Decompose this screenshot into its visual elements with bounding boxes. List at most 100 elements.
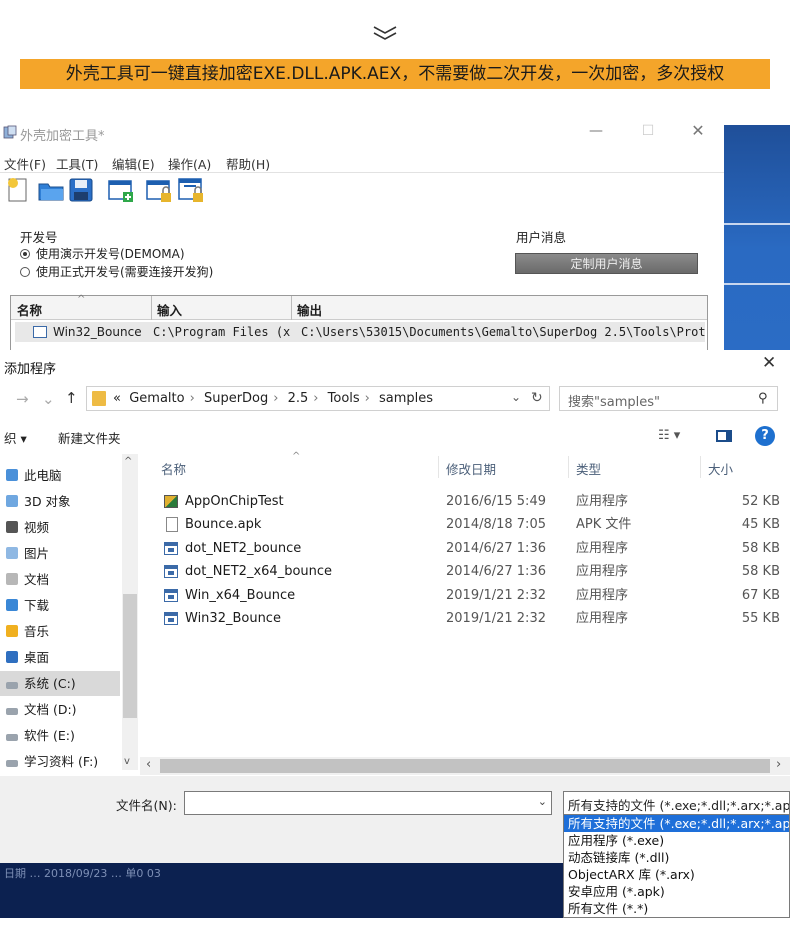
horizontal-scrollbar[interactable]: ‹ › bbox=[140, 757, 790, 775]
filetype-option-apk[interactable]: 安卓应用 (*.apk) bbox=[564, 883, 789, 900]
new-file-icon[interactable] bbox=[4, 175, 34, 205]
help-icon[interactable]: ? bbox=[755, 426, 775, 446]
address-bar[interactable]: « Gemalto › SuperDog › 2.5 › Tools › samples… bbox=[86, 386, 550, 411]
customize-user-message-button[interactable]: 定制用户消息 bbox=[515, 253, 698, 274]
pc-icon bbox=[6, 469, 18, 481]
menu-help[interactable]: 帮助(H) bbox=[226, 154, 270, 173]
exe-file-icon bbox=[164, 612, 178, 625]
menu-file[interactable]: 文件(F) bbox=[4, 154, 46, 173]
nav-item-drive-c[interactable]: 系统 (C:) bbox=[0, 671, 120, 696]
nav-item-pictures[interactable]: 图片 bbox=[0, 541, 120, 566]
chevron-down-icon[interactable]: ⌄ bbox=[538, 795, 547, 808]
col-output[interactable]: 输出 bbox=[297, 300, 322, 319]
open-folder-icon[interactable] bbox=[36, 175, 66, 205]
crumb-gemalto[interactable]: Gemalto bbox=[129, 391, 184, 406]
organize-button[interactable]: 织 ▾ bbox=[4, 428, 27, 447]
col-type[interactable]: 类型 bbox=[576, 459, 601, 478]
dialog-close-button[interactable]: ✕ bbox=[762, 353, 776, 373]
file-row[interactable]: Win32_Bounce 2019/1/21 2:32 应用程序 55 KB bbox=[150, 607, 790, 630]
nav-item-drive-e[interactable]: 软件 (E:) bbox=[0, 723, 120, 748]
crumb-version[interactable]: 2.5 bbox=[288, 391, 309, 406]
3d-objects-icon bbox=[6, 495, 18, 507]
back-arrow-icon[interactable]: → bbox=[16, 390, 29, 408]
nav-item-this-pc[interactable]: 此电脑 bbox=[0, 463, 120, 488]
apk-file-icon bbox=[166, 517, 178, 532]
nav-item-drive-d[interactable]: 文档 (D:) bbox=[0, 697, 120, 722]
lock-window-2-icon[interactable] bbox=[176, 175, 206, 205]
drive-icon bbox=[6, 682, 18, 689]
close-button[interactable]: ✕ bbox=[688, 121, 708, 141]
view-options-icon[interactable]: ☷ ▾ bbox=[658, 428, 680, 443]
nav-item-video[interactable]: 视频 bbox=[0, 515, 120, 540]
crumb-tools[interactable]: Tools bbox=[328, 391, 360, 406]
video-icon bbox=[6, 521, 18, 533]
developer-id-title: 开发号 bbox=[20, 230, 58, 245]
filetype-option-dll[interactable]: 动态链接库 (*.dll) bbox=[564, 849, 789, 866]
filename-input[interactable]: ⌄ bbox=[184, 791, 552, 815]
nav-item-desktop[interactable]: 桌面 bbox=[0, 645, 120, 670]
file-row[interactable]: Bounce.apk 2014/8/18 7:05 APK 文件 45 KB bbox=[150, 513, 790, 536]
toolbar bbox=[0, 175, 724, 215]
filetype-option-all-files[interactable]: 所有文件 (*.*) bbox=[564, 900, 789, 917]
file-row[interactable]: dot_NET2_bounce 2014/6/27 1:36 应用程序 58 K… bbox=[150, 537, 790, 560]
preview-pane-icon[interactable] bbox=[716, 430, 732, 442]
maximize-button[interactable]: ☐ bbox=[638, 121, 658, 141]
filename-label: 文件名(N): bbox=[116, 798, 177, 813]
scroll-thumb[interactable] bbox=[123, 594, 137, 718]
scroll-left-icon[interactable]: ‹ bbox=[146, 757, 151, 772]
menu-action[interactable]: 操作(A) bbox=[168, 154, 211, 173]
filetype-option-arx[interactable]: ObjectARX 库 (*.arx) bbox=[564, 866, 789, 883]
lock-window-icon[interactable] bbox=[144, 175, 174, 205]
menu-edit[interactable]: 编辑(E) bbox=[112, 154, 155, 173]
menu-tools[interactable]: 工具(T) bbox=[56, 154, 98, 173]
add-window-icon[interactable] bbox=[106, 175, 136, 205]
col-input[interactable]: 输入 bbox=[157, 300, 182, 319]
nav-item-documents[interactable]: 文档 bbox=[0, 567, 120, 592]
minimize-button[interactable]: — bbox=[586, 121, 606, 141]
save-icon[interactable] bbox=[66, 175, 96, 205]
filetype-option-exe[interactable]: 应用程序 (*.exe) bbox=[564, 832, 789, 849]
file-row[interactable]: Win_x64_Bounce 2019/1/21 2:32 应用程序 67 KB bbox=[150, 584, 790, 607]
radio-formal-developer[interactable]: 使用正式开发号(需要连接开发狗) bbox=[20, 263, 213, 280]
file-type-select[interactable]: 所有支持的文件 (*.exe;*.dll;*.arx;*.ap bbox=[563, 791, 790, 815]
drive-icon bbox=[6, 760, 18, 767]
chevron-down-icon[interactable]: ⌄ bbox=[511, 390, 521, 404]
col-date[interactable]: 修改日期 bbox=[446, 459, 496, 478]
music-icon bbox=[6, 625, 18, 637]
up-arrow-icon[interactable]: ↑ bbox=[65, 389, 78, 407]
navigation-pane: 此电脑 3D 对象 视频 图片 文档 下载 音乐 桌面 系统 (C:) 文档 (… bbox=[0, 454, 138, 774]
nav-item-drive-f[interactable]: 学习资料 (F:) bbox=[0, 749, 120, 774]
col-size[interactable]: 大小 bbox=[708, 459, 733, 478]
breadcrumb: « Gemalto › SuperDog › 2.5 › Tools › samples bbox=[113, 391, 434, 406]
table-row[interactable]: Win32_Bounce C:\Program Files (x C:\User… bbox=[15, 322, 705, 342]
window-title: 外壳加密工具* bbox=[20, 129, 105, 144]
radio-demo-developer[interactable]: 使用演示开发号(DEMOMA) bbox=[20, 245, 185, 262]
crumb-samples[interactable]: samples bbox=[379, 391, 433, 406]
col-name[interactable]: 名称 bbox=[17, 300, 42, 319]
nav-item-music[interactable]: 音乐 bbox=[0, 619, 120, 644]
double-chevron-down-icon bbox=[373, 26, 397, 40]
search-icon: ⚲ bbox=[758, 391, 768, 406]
file-row[interactable]: AppOnChipTest 2016/6/15 5:49 应用程序 52 KB bbox=[150, 490, 790, 513]
nav-scrollbar[interactable]: ^ v bbox=[122, 454, 138, 770]
file-row[interactable]: dot_NET2_x64_bounce 2014/6/27 1:36 应用程序 … bbox=[150, 560, 790, 583]
file-list-header: 名称 ^ 修改日期 类型 大小 bbox=[150, 451, 790, 478]
scroll-up-icon[interactable]: ^ bbox=[124, 456, 132, 467]
col-name[interactable]: 名称 bbox=[161, 459, 186, 478]
file-table: 名称 ^ 输入 输出 Win32_Bounce C:\Program Files… bbox=[10, 294, 708, 353]
crumb-superdog[interactable]: SuperDog bbox=[204, 391, 268, 406]
sort-up-icon: ^ bbox=[292, 451, 301, 462]
search-input[interactable]: 搜索"samples" ⚲ bbox=[559, 386, 778, 411]
filetype-option-all-supported[interactable]: 所有支持的文件 (*.exe;*.dll;*.arx;*.ap bbox=[564, 815, 789, 832]
scroll-thumb[interactable] bbox=[160, 759, 770, 773]
scroll-right-icon[interactable]: › bbox=[776, 757, 781, 772]
nav-item-downloads[interactable]: 下载 bbox=[0, 593, 120, 618]
nav-item-3d-objects[interactable]: 3D 对象 bbox=[0, 489, 120, 514]
search-placeholder: 搜索"samples" bbox=[568, 395, 660, 410]
scroll-down-icon[interactable]: v bbox=[124, 756, 130, 767]
exe-file-icon bbox=[164, 565, 178, 578]
exe-file-icon bbox=[164, 542, 178, 555]
refresh-icon[interactable]: ↻ bbox=[531, 390, 543, 406]
forward-dropdown-icon[interactable]: ⌄ bbox=[42, 390, 55, 408]
new-folder-button[interactable]: 新建文件夹 bbox=[58, 428, 121, 447]
